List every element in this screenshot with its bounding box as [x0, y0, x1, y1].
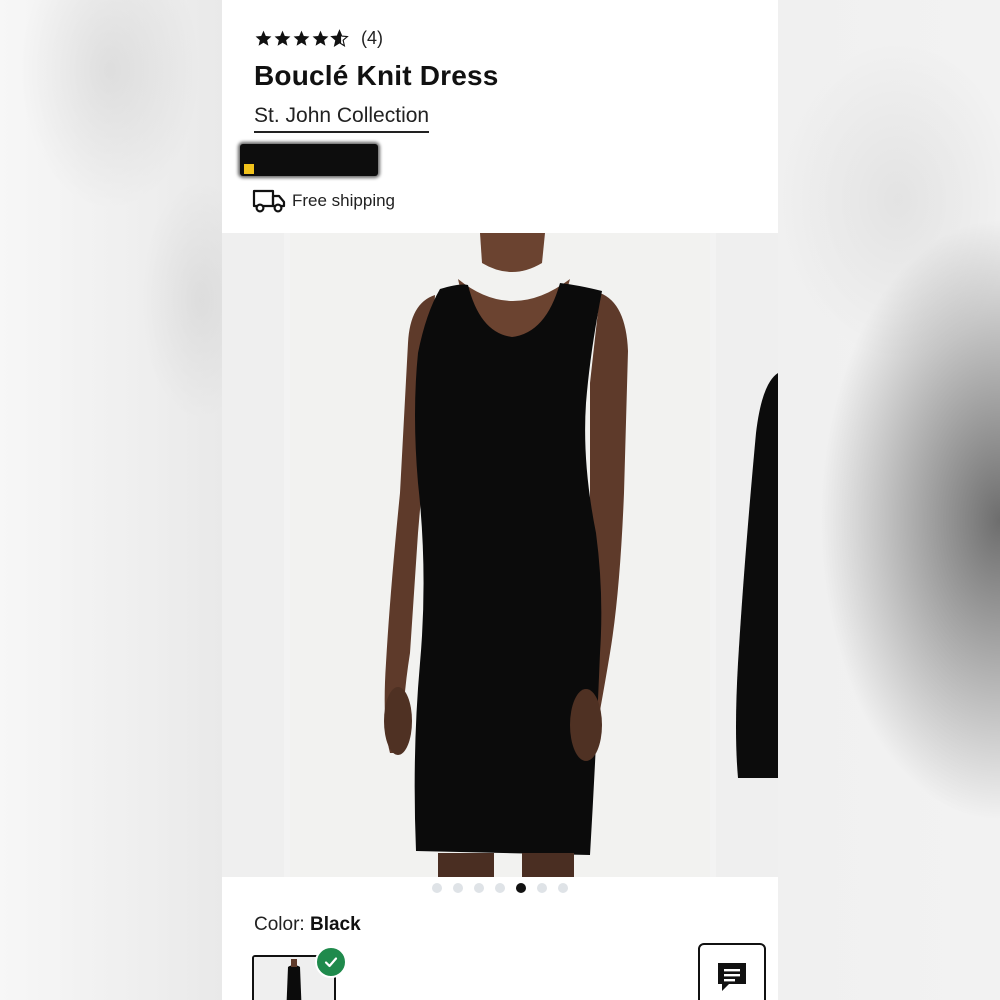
carousel-dot[interactable] — [432, 883, 442, 893]
star-icon — [312, 30, 329, 46]
price-redacted — [240, 144, 378, 176]
blurred-background-left — [0, 0, 222, 1000]
rating-row[interactable]: (4) — [254, 28, 383, 49]
carousel-dot[interactable] — [537, 883, 547, 893]
half-star-icon — [330, 29, 349, 47]
image-carousel[interactable] — [222, 233, 778, 877]
star-icon — [255, 30, 272, 46]
redaction-mark — [244, 164, 254, 174]
shipping-label: Free shipping — [292, 191, 396, 210]
review-count[interactable]: (4) — [361, 28, 383, 49]
check-icon — [324, 957, 338, 968]
product-page: (4) Bouclé Knit Dress St. John Collectio… — [222, 0, 778, 1000]
brand-link[interactable]: St. John Collection — [254, 104, 430, 133]
carousel-dot[interactable] — [495, 883, 505, 893]
carousel-dot[interactable] — [474, 883, 484, 893]
dress-photo — [290, 233, 710, 877]
carousel-dot[interactable] — [558, 883, 568, 893]
product-image[interactable] — [290, 233, 710, 877]
blurred-background-right — [778, 0, 1000, 1000]
truck-icon — [252, 189, 286, 213]
chat-button[interactable] — [698, 943, 766, 1000]
carousel-dot[interactable] — [453, 883, 463, 893]
selected-check-badge — [315, 946, 347, 978]
color-selector-label: Color: Black — [254, 914, 361, 936]
chat-icon — [718, 963, 746, 991]
color-value: Black — [309, 914, 361, 935]
carousel-pagination — [432, 883, 579, 893]
carousel-slide-next[interactable] — [716, 233, 778, 877]
color-label: Color: — [254, 914, 305, 935]
star-icon — [293, 30, 310, 46]
shipping-info: Free shipping — [252, 188, 395, 214]
carousel-dot-active[interactable] — [516, 883, 526, 893]
star-icon — [274, 30, 291, 46]
carousel-slide-previous[interactable] — [222, 233, 284, 877]
product-title: Bouclé Knit Dress — [254, 60, 499, 91]
next-image-preview — [716, 233, 778, 877]
star-rating — [254, 29, 349, 48]
